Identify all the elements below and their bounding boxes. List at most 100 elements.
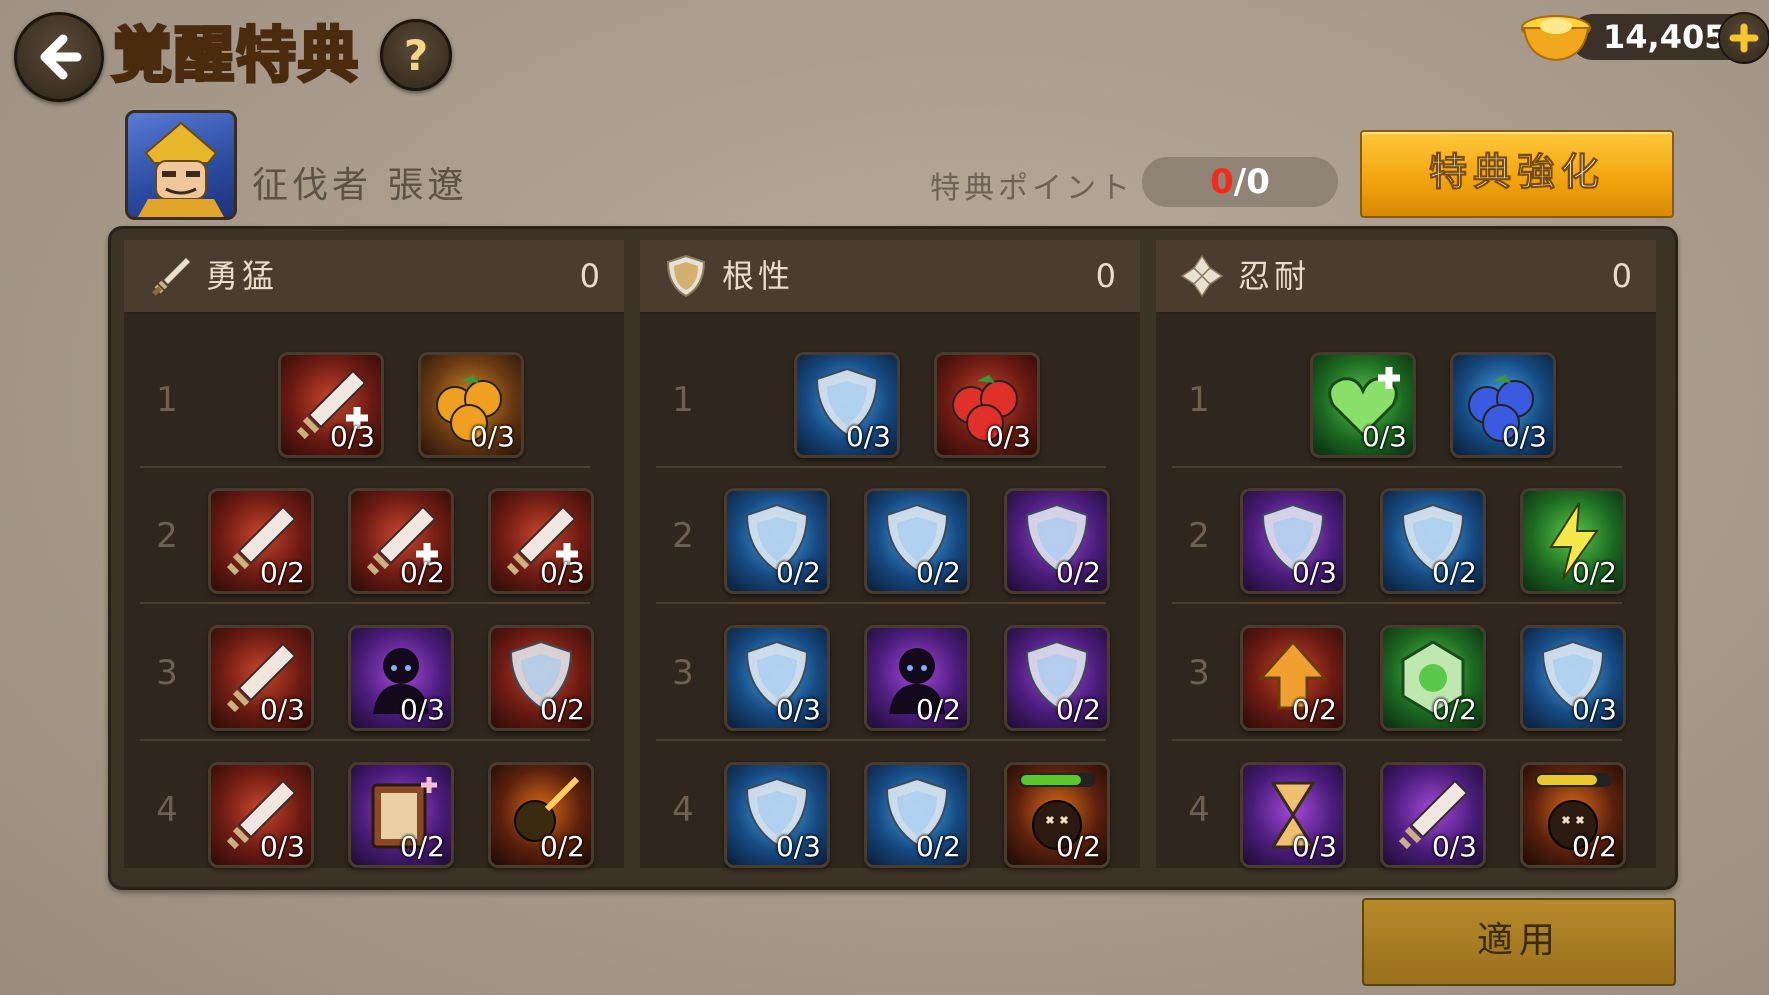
points-max: /0: [1233, 162, 1270, 202]
skill-slot[interactable]: 0/3: [724, 762, 830, 868]
skill-slot[interactable]: 0/3: [488, 488, 594, 594]
skill-level: 0/2: [775, 556, 821, 589]
hero-name: 征伐者 張遼: [252, 165, 468, 206]
skill-slot[interactable]: 0/3: [724, 625, 830, 731]
currency-value: 14,405: [1603, 18, 1727, 56]
skill-slot[interactable]: 0/2: [864, 625, 970, 731]
skill-slot[interactable]: 0/2: [208, 488, 314, 594]
tier-number: 4: [672, 790, 694, 830]
column-points: 0: [1095, 257, 1116, 295]
skill-level: 0/3: [1291, 556, 1337, 589]
skill-slot[interactable]: 0/2: [488, 625, 594, 731]
points-value: 0/0: [1142, 157, 1338, 207]
skill-slot[interactable]: 0/3: [1240, 488, 1346, 594]
row-divider: [140, 466, 590, 468]
skill-level: 0/3: [1571, 693, 1617, 726]
skill-slot[interactable]: 0/3: [1310, 352, 1416, 458]
skill-level: 0/3: [845, 420, 891, 453]
perk-column: 勇猛 0 1 0/3 0/3 2 0/2 0/2 0/3 3 0/3 0/3 0/2 4 0/3 0/2 0/2: [124, 240, 624, 868]
hero-portrait: [125, 110, 237, 220]
skill-slot[interactable]: 0/3: [1240, 762, 1346, 868]
skill-slot[interactable]: 0/2: [1380, 625, 1486, 731]
skill-slot[interactable]: 0/3: [278, 352, 384, 458]
plus-icon: [1729, 23, 1759, 53]
row-divider: [656, 466, 1106, 468]
skill-slot[interactable]: 0/3: [208, 762, 314, 868]
skill-level: 0/2: [1571, 556, 1617, 589]
skill-slot[interactable]: 0/2: [1520, 488, 1626, 594]
gold-ingot-icon: [1521, 15, 1591, 62]
skill-level: 0/3: [469, 420, 515, 453]
points-label: 特典ポイント: [930, 171, 1134, 206]
skill-slot[interactable]: 0/3: [1380, 762, 1486, 868]
skill-level: 0/2: [915, 830, 961, 863]
skill-level: 0/2: [915, 693, 961, 726]
perk-column: 忍耐 0 1 0/3 0/3 2 0/3 0/2 0/2 3 0/2 0/2 0/3 4 0/3 0/3 0/2: [1156, 240, 1656, 868]
skill-level: 0/2: [539, 693, 585, 726]
tier-number: 2: [1188, 516, 1210, 556]
arrow-left-icon: [40, 34, 82, 80]
skill-level: 0/2: [1055, 830, 1101, 863]
clover-icon: [1178, 252, 1226, 300]
tier-number: 1: [156, 380, 178, 420]
skill-slot[interactable]: 0/3: [934, 352, 1040, 458]
tier-number: 3: [156, 653, 178, 693]
skill-slot[interactable]: 0/2: [1004, 488, 1110, 594]
tier-number: 4: [1188, 790, 1210, 830]
skill-slot[interactable]: 0/2: [1004, 625, 1110, 731]
skill-slot[interactable]: 0/2: [348, 488, 454, 594]
skill-level: 0/3: [539, 556, 585, 589]
skill-level: 0/2: [539, 830, 585, 863]
skill-slot[interactable]: 0/3: [348, 625, 454, 731]
skill-slot[interactable]: 0/3: [208, 625, 314, 731]
skill-level: 0/3: [1431, 830, 1477, 863]
skill-slot[interactable]: 0/3: [418, 352, 524, 458]
skill-slot[interactable]: 0/3: [794, 352, 900, 458]
tier-number: 1: [1188, 380, 1210, 420]
skill-slot[interactable]: 0/2: [864, 762, 970, 868]
skill-level: 0/2: [259, 556, 305, 589]
back-button[interactable]: [14, 12, 104, 102]
skill-level: 0/3: [1501, 420, 1547, 453]
skill-slot[interactable]: 0/2: [1520, 762, 1626, 868]
tier-number: 1: [672, 380, 694, 420]
row-divider: [140, 602, 590, 604]
skill-slot[interactable]: 0/2: [1004, 762, 1110, 868]
skill-slot[interactable]: 0/3: [1520, 625, 1626, 731]
tier-number: 2: [672, 516, 694, 556]
row-divider: [1172, 602, 1622, 604]
skill-slot[interactable]: 0/2: [724, 488, 830, 594]
skill-level: 0/2: [1055, 556, 1101, 589]
skill-slot[interactable]: 0/2: [864, 488, 970, 594]
column-title: 根性: [722, 257, 795, 295]
skill-level: 0/3: [399, 693, 445, 726]
row-divider: [1172, 466, 1622, 468]
skill-slot[interactable]: 0/2: [1240, 625, 1346, 731]
row-divider: [140, 739, 590, 741]
tier-number: 4: [156, 790, 178, 830]
apply-button[interactable]: 適用: [1362, 898, 1676, 986]
tier-number: 3: [1188, 653, 1210, 693]
hero-avatar-icon: [138, 121, 224, 217]
skill-level: 0/2: [1291, 693, 1337, 726]
skill-slot[interactable]: 0/2: [1380, 488, 1486, 594]
skill-slot[interactable]: 0/2: [488, 762, 594, 868]
row-divider: [656, 739, 1106, 741]
help-button[interactable]: ?: [380, 19, 452, 91]
column-header: 勇猛 0: [124, 240, 624, 314]
skill-slot[interactable]: 0/2: [348, 762, 454, 868]
shield-icon: [662, 252, 710, 300]
add-currency-button[interactable]: [1718, 12, 1769, 64]
skill-level: 0/2: [915, 556, 961, 589]
skill-level: 0/2: [1431, 556, 1477, 589]
points-current: 0: [1210, 162, 1234, 202]
skill-level: 0/3: [775, 693, 821, 726]
skill-slot[interactable]: 0/3: [1450, 352, 1556, 458]
skill-level: 0/2: [1431, 693, 1477, 726]
skill-level: 0/3: [259, 830, 305, 863]
skill-level: 0/2: [399, 830, 445, 863]
skill-level: 0/3: [1291, 830, 1337, 863]
tier-number: 2: [156, 516, 178, 556]
enhance-button[interactable]: 特典強化: [1360, 130, 1674, 218]
skill-level: 0/3: [985, 420, 1031, 453]
